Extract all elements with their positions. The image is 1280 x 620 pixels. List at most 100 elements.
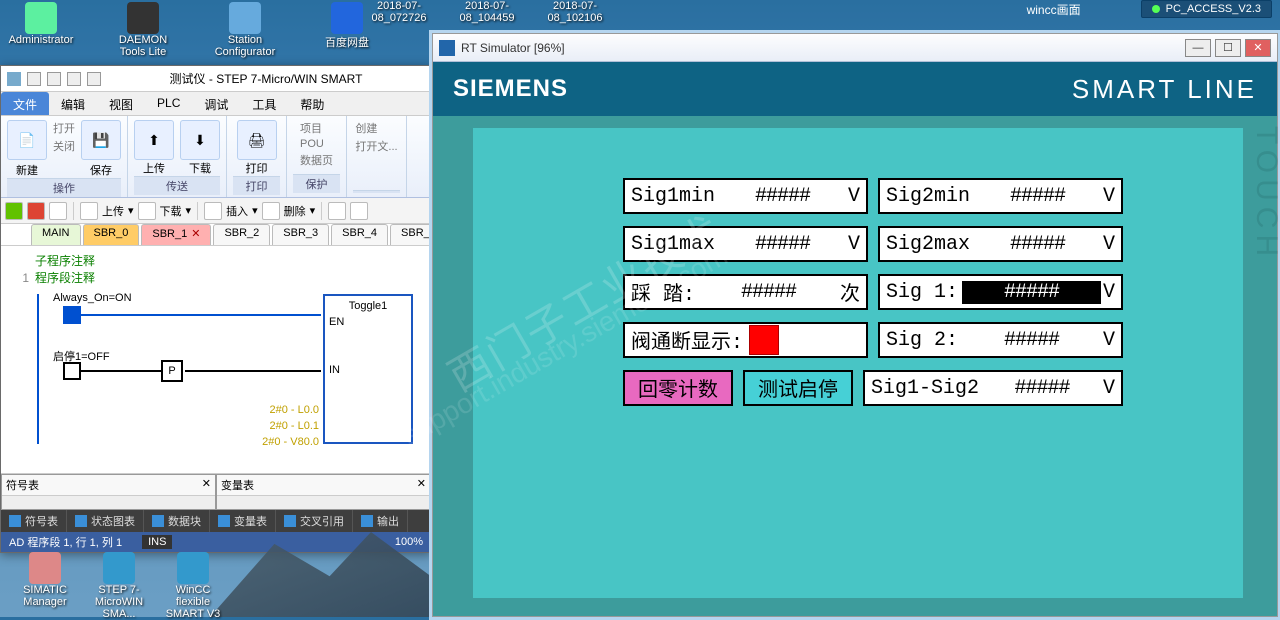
test-startstop-button[interactable]: 测试启停 bbox=[743, 370, 853, 406]
ribbon: 📄 新建 打开 关闭 💾 保存 操作 ⬆上传 ⬇下载 传送 bbox=[1, 116, 431, 198]
run-icon[interactable] bbox=[5, 202, 23, 220]
function-block[interactable]: Toggle1 EN IN bbox=[323, 294, 413, 444]
wincc-label[interactable]: wincc画面 bbox=[1027, 1, 1081, 18]
sig2min-field[interactable]: Sig2min#####V bbox=[878, 178, 1123, 214]
qat-print-icon[interactable] bbox=[87, 72, 101, 86]
tool-b-icon[interactable] bbox=[350, 202, 368, 220]
close-button[interactable]: ✕ bbox=[1245, 39, 1271, 57]
close-tab-icon[interactable]: ✕ bbox=[191, 228, 200, 240]
tab-main[interactable]: MAIN bbox=[31, 224, 81, 245]
insert-icon[interactable] bbox=[204, 202, 222, 220]
datapage-button[interactable]: 数据页 bbox=[300, 152, 333, 168]
qat-save-icon[interactable] bbox=[67, 72, 81, 86]
bottom-panels: 符号表✕ 变量表✕ bbox=[1, 474, 431, 510]
contact-label: 启停1=OFF bbox=[53, 348, 110, 364]
smartline-label: SMART LINE bbox=[1072, 74, 1257, 105]
sig1min-field[interactable]: Sig1min#####V bbox=[623, 178, 868, 214]
bottab-status[interactable]: 状态图表 bbox=[67, 510, 144, 532]
hmi-header: SIEMENS SMART LINE bbox=[433, 62, 1277, 116]
menu-edit[interactable]: 编辑 bbox=[49, 92, 97, 115]
menu-file[interactable]: 文件 bbox=[1, 92, 49, 115]
desktop-icon[interactable]: Station Configurator bbox=[210, 0, 280, 65]
desktop-file-labels: 2018-07-08_072726 2018-07-08_104459 2018… bbox=[360, 0, 614, 24]
ins-indicator[interactable]: INS bbox=[142, 535, 172, 549]
delete-icon[interactable] bbox=[262, 202, 280, 220]
stop-icon[interactable] bbox=[27, 202, 45, 220]
upload-button[interactable]: ⬆ bbox=[134, 120, 174, 160]
pc-access-button[interactable]: PC_ACCESS_V2.3 bbox=[1141, 0, 1272, 18]
panel-title: 符号表 bbox=[6, 477, 39, 493]
rt-app-icon bbox=[439, 40, 455, 56]
menu-view[interactable]: 视图 bbox=[97, 92, 145, 115]
openfile-button[interactable]: 打开文... bbox=[355, 138, 397, 154]
tab-sbr0[interactable]: SBR_0 bbox=[83, 224, 140, 245]
bottab-xref[interactable]: 交叉引用 bbox=[276, 510, 353, 532]
rt-simulator-window: RT Simulator [96%] — ☐ ✕ SIEMENS SMART L… bbox=[432, 33, 1278, 617]
zoom-level[interactable]: 100% bbox=[395, 536, 423, 548]
sig1-field[interactable]: Sig 1:#####V bbox=[878, 274, 1123, 310]
pulse-p-icon[interactable]: P bbox=[161, 360, 183, 382]
save-button[interactable]: 💾 bbox=[81, 120, 121, 160]
hmi-body: TOUCH Sig1min#####V Sig2min#####V Sig1ma… bbox=[433, 116, 1277, 616]
menu-debug[interactable]: 调试 bbox=[192, 92, 240, 115]
minimize-button[interactable]: — bbox=[1185, 39, 1211, 57]
bottab-out[interactable]: 输出 bbox=[353, 510, 408, 532]
desktop-icon[interactable]: SIMATIC Manager bbox=[10, 550, 80, 615]
panel-close-icon[interactable]: ✕ bbox=[202, 477, 211, 493]
new-button[interactable]: 📄 bbox=[7, 120, 47, 160]
editor-tabs: MAIN SBR_0 SBR_1✕ SBR_2 SBR_3 SBR_4 SBR_… bbox=[1, 224, 431, 246]
contact-label: Always_On=ON bbox=[53, 292, 132, 304]
bottab-var[interactable]: 变量表 bbox=[210, 510, 276, 532]
bottom-tabs: 符号表 状态图表 数据块 变量表 交叉引用 输出 bbox=[1, 510, 431, 532]
download-button[interactable]: ⬇ bbox=[180, 120, 220, 160]
subroutine-comment: 子程序注释 bbox=[35, 252, 95, 269]
desktop-icon[interactable]: STEP 7-MicroWIN SMA... bbox=[84, 550, 154, 615]
menu-help[interactable]: 帮助 bbox=[288, 92, 336, 115]
sig1max-field[interactable]: Sig1max#####V bbox=[623, 226, 868, 262]
tab-sbr4[interactable]: SBR_4 bbox=[331, 224, 388, 245]
project-button[interactable]: 项目 bbox=[300, 120, 333, 136]
step7-titlebar[interactable]: 测试仪 - STEP 7-Micro/WIN SMART bbox=[1, 66, 431, 92]
contact-icon[interactable] bbox=[63, 306, 81, 324]
tab-sbr1[interactable]: SBR_1✕ bbox=[141, 224, 211, 245]
valve-indicator-field: 阀通断显示: bbox=[623, 322, 868, 358]
download-small-icon[interactable] bbox=[138, 202, 156, 220]
output-value: 2#0 - L0.0 bbox=[269, 404, 319, 416]
bottab-data[interactable]: 数据块 bbox=[144, 510, 210, 532]
close-button[interactable]: 关闭 bbox=[53, 138, 75, 154]
step-count-field[interactable]: 踩 踏:#####次 bbox=[623, 274, 868, 310]
valve-lamp-icon bbox=[749, 325, 779, 355]
desktop-icon[interactable]: Administrator bbox=[6, 0, 76, 65]
qat-new-icon[interactable] bbox=[27, 72, 41, 86]
ladder-editor[interactable]: 子程序注释 1程序段注释 Always_On=ON 启停1=OFF P Togg… bbox=[1, 246, 431, 474]
tab-sbr2[interactable]: SBR_2 bbox=[213, 224, 270, 245]
open-button[interactable]: 打开 bbox=[53, 120, 75, 136]
bottab-symbol[interactable]: 符号表 bbox=[1, 510, 67, 532]
toolbar2: 上传▾ 下载▾ 插入▾ 删除▾ bbox=[1, 198, 431, 224]
sig2-field[interactable]: Sig 2:#####V bbox=[878, 322, 1123, 358]
output-value: 2#0 - V80.0 bbox=[262, 436, 319, 448]
tab-sbr3[interactable]: SBR_3 bbox=[272, 224, 329, 245]
step7-menu: 文件 编辑 视图 PLC 调试 工具 帮助 bbox=[1, 92, 431, 116]
panel-close-icon[interactable]: ✕ bbox=[417, 477, 426, 493]
qat-open-icon[interactable] bbox=[47, 72, 61, 86]
maximize-button[interactable]: ☐ bbox=[1215, 39, 1241, 57]
tool-icon[interactable] bbox=[49, 202, 67, 220]
contact-open-icon[interactable] bbox=[63, 362, 81, 380]
menu-tools[interactable]: 工具 bbox=[240, 92, 288, 115]
menu-plc[interactable]: PLC bbox=[145, 92, 192, 115]
status-dot-icon bbox=[1152, 5, 1160, 13]
tool-a-icon[interactable] bbox=[328, 202, 346, 220]
rt-titlebar[interactable]: RT Simulator [96%] — ☐ ✕ bbox=[433, 34, 1277, 62]
desktop-icon[interactable]: DAEMON Tools Lite bbox=[108, 0, 178, 65]
print-button[interactable]: 🖨 bbox=[237, 120, 277, 160]
pou-button[interactable]: POU bbox=[300, 138, 333, 150]
upload-small-icon[interactable] bbox=[80, 202, 98, 220]
create-button[interactable]: 创建 bbox=[355, 120, 397, 136]
sig2max-field[interactable]: Sig2max#####V bbox=[878, 226, 1123, 262]
siemens-logo: SIEMENS bbox=[453, 75, 568, 103]
network-comment: 程序段注释 bbox=[35, 269, 95, 286]
desktop-icon[interactable]: WinCC flexible SMART V3 bbox=[158, 550, 228, 615]
sig-diff-field[interactable]: Sig1-Sig2#####V bbox=[863, 370, 1123, 406]
reset-count-button[interactable]: 回零计数 bbox=[623, 370, 733, 406]
